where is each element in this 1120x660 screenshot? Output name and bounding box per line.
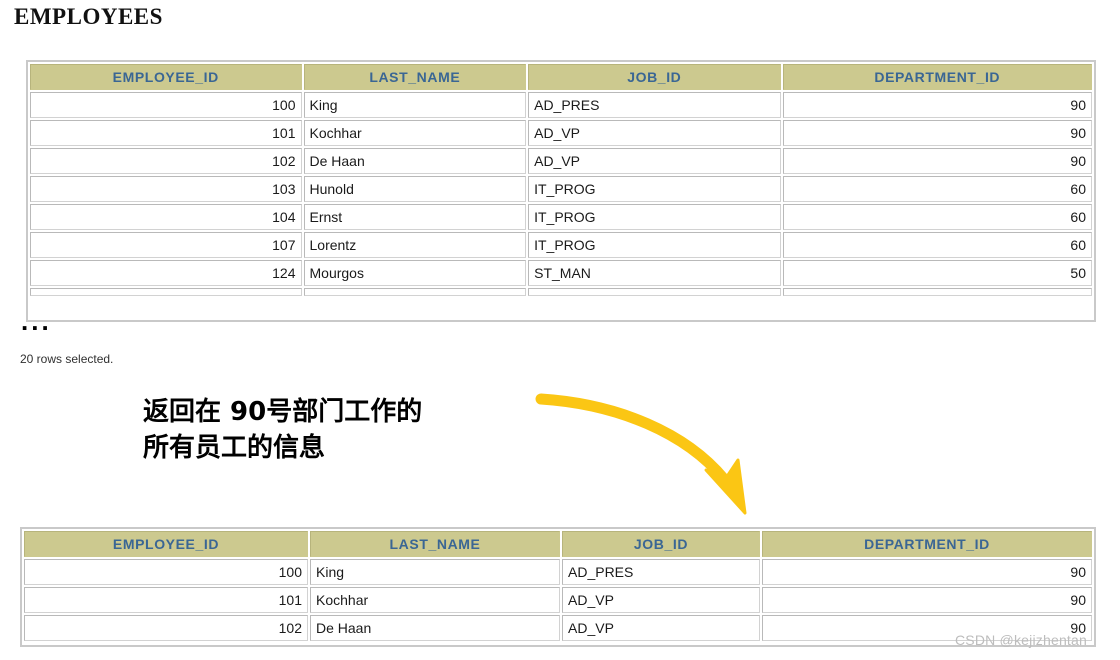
cell-r1-last-name: Kochhar — [303, 120, 527, 146]
cell-r2-job-id: AD_VP — [528, 148, 781, 174]
table-row: 103 Hunold IT_PROG 60 — [30, 176, 1092, 202]
cell-r5-job-id: IT_PROG — [528, 232, 781, 258]
column-header-job-id[interactable]: JOB_ID — [562, 531, 760, 557]
annotation-line-1: 返回在 90号部门工作的 — [143, 397, 423, 427]
cell-r1-last-name: Kochhar — [310, 587, 560, 613]
column-header-department-id[interactable]: DEPARTMENT_ID — [782, 64, 1092, 90]
cell-r1-job-id: AD_VP — [562, 587, 760, 613]
cell-r1-employee-id: 101 — [30, 120, 302, 146]
page-title: EMPLOYEES — [14, 4, 163, 29]
watermark: CSDN @kejizhentan — [955, 632, 1087, 648]
table-row: 101 Kochhar AD_VP 90 — [30, 120, 1092, 146]
cell-r2-last-name: De Haan — [303, 148, 527, 174]
column-header-employee-id[interactable]: EMPLOYEE_ID — [30, 64, 302, 90]
cell-r0-job-id: AD_PRES — [528, 92, 781, 118]
table-row: 104 Ernst IT_PROG 60 — [30, 204, 1092, 230]
column-header-last-name[interactable]: LAST_NAME — [303, 64, 527, 90]
cell-r5-employee-id: 107 — [30, 232, 302, 258]
cell-r3-job-id: IT_PROG — [528, 176, 781, 202]
cell-r5-department-id: 60 — [782, 232, 1092, 258]
cell-r4-last-name: Ernst — [303, 204, 527, 230]
cell-r1-employee-id: 101 — [24, 587, 308, 613]
table-row-partial — [30, 288, 1092, 296]
curved-down-right-arrow — [535, 393, 747, 515]
rows-selected-caption: 20 rows selected. — [20, 352, 114, 366]
annotation-line-2: 所有员工的信息 — [143, 433, 326, 463]
table-header-row: EMPLOYEE_ID LAST_NAME JOB_ID DEPARTMENT_ID — [24, 531, 1092, 557]
table-header-row: EMPLOYEE_ID LAST_NAME JOB_ID DEPARTMENT_ID — [30, 64, 1092, 90]
cell-r6-department-id: 50 — [782, 260, 1092, 286]
cell-r0-job-id: AD_PRES — [562, 559, 760, 585]
cell-r2-employee-id: 102 — [24, 615, 308, 641]
table-row: 102 De Haan AD_VP 90 — [30, 148, 1092, 174]
table-row: 124 Mourgos ST_MAN 50 — [30, 260, 1092, 286]
cell-r6-employee-id: 124 — [30, 260, 302, 286]
cell-partial-1 — [303, 288, 527, 296]
query-result-table: EMPLOYEE_ID LAST_NAME JOB_ID DEPARTMENT_ID 1… — [20, 527, 1096, 647]
cell-partial-3 — [782, 288, 1092, 296]
cell-r2-employee-id: 102 — [30, 148, 302, 174]
cell-r1-department-id: 90 — [782, 120, 1092, 146]
column-header-job-id[interactable]: JOB_ID — [528, 64, 781, 90]
truncated-rows-marker: ... — [21, 306, 52, 336]
cell-r4-department-id: 60 — [782, 204, 1092, 230]
cell-r1-job-id: AD_VP — [528, 120, 781, 146]
annotation-text: 返回在 90号部门工作的 所有员工的信息 — [143, 394, 422, 466]
cell-r3-department-id: 60 — [782, 176, 1092, 202]
table-row: 100 King AD_PRES 90 — [30, 92, 1092, 118]
table-row: 107 Lorentz IT_PROG 60 — [30, 232, 1092, 258]
column-header-employee-id[interactable]: EMPLOYEE_ID — [24, 531, 308, 557]
cell-partial-0 — [30, 288, 302, 296]
cell-r4-employee-id: 104 — [30, 204, 302, 230]
cell-r2-department-id: 90 — [782, 148, 1092, 174]
cell-partial-2 — [528, 288, 781, 296]
table-row: 101 Kochhar AD_VP 90 — [24, 587, 1092, 613]
cell-r0-employee-id: 100 — [24, 559, 308, 585]
cell-r2-job-id: AD_VP — [562, 615, 760, 641]
cell-r4-job-id: IT_PROG — [528, 204, 781, 230]
cell-r0-employee-id: 100 — [30, 92, 302, 118]
cell-r3-last-name: Hunold — [303, 176, 527, 202]
cell-r3-employee-id: 103 — [30, 176, 302, 202]
cell-r2-last-name: De Haan — [310, 615, 560, 641]
column-header-last-name[interactable]: LAST_NAME — [310, 531, 560, 557]
cell-r5-last-name: Lorentz — [303, 232, 527, 258]
table-row: 102 De Haan AD_VP 90 — [24, 615, 1092, 641]
column-header-department-id[interactable]: DEPARTMENT_ID — [762, 531, 1092, 557]
table-row: 100 King AD_PRES 90 — [24, 559, 1092, 585]
cell-r1-department-id: 90 — [762, 587, 1092, 613]
slide-canvas: EMPLOYEES EMPLOYEE_ID LAST_NAME JOB_ID DEPA… — [0, 0, 1120, 660]
cell-r0-last-name: King — [303, 92, 527, 118]
cell-r0-department-id: 90 — [782, 92, 1092, 118]
cell-r6-job-id: ST_MAN — [528, 260, 781, 286]
cell-r0-last-name: King — [310, 559, 560, 585]
cell-r0-department-id: 90 — [762, 559, 1092, 585]
cell-r6-last-name: Mourgos — [303, 260, 527, 286]
employees-source-table: EMPLOYEE_ID LAST_NAME JOB_ID DEPARTMENT_ID 1… — [26, 60, 1096, 322]
